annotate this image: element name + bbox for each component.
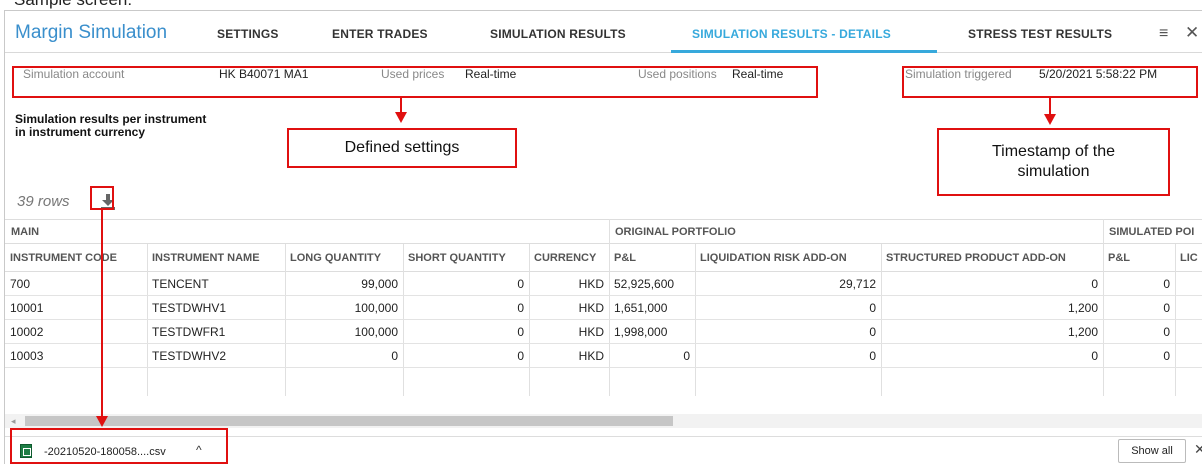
tab-settings[interactable]: SETTINGS: [217, 27, 279, 41]
annotation-arrow-line: [101, 210, 103, 416]
cell-liquidation-risk-add-on: 0: [695, 344, 881, 368]
cell-long-quantity: 100,000: [285, 296, 403, 320]
callout-timestamp: Timestamp of the simulation: [937, 128, 1170, 196]
cell-long-quantity: 99,000: [285, 272, 403, 296]
annotation-arrow-head: [395, 112, 407, 123]
cell-currency: HKD: [529, 296, 609, 320]
cell-simulated-pnl: 0: [1103, 344, 1175, 368]
cell-liquidation-risk-add-on: 29,712: [695, 272, 881, 296]
tab-stress-test-results[interactable]: STRESS TEST RESULTS: [968, 27, 1112, 41]
column-header-long-quantity[interactable]: LONG QUANTITY: [285, 244, 403, 272]
cell-simulated-lic: [1175, 344, 1202, 368]
cell-instrument-code: 700: [5, 272, 147, 296]
cell-short-quantity: 0: [403, 296, 529, 320]
cell-currency: HKD: [529, 344, 609, 368]
annotation-arrow-head: [1044, 114, 1056, 125]
active-tab-indicator: [671, 50, 937, 53]
column-header-currency[interactable]: CURRENCY: [529, 244, 609, 272]
show-all-button[interactable]: Show all: [1118, 439, 1186, 463]
cell-instrument-name: TESTDWFR1: [147, 320, 285, 344]
download-bar-close-icon[interactable]: ✕: [1194, 441, 1202, 458]
column-header-structured-product-add-on[interactable]: STRUCTURED PRODUCT ADD-ON: [881, 244, 1103, 272]
cell-instrument-code: 10002: [5, 320, 147, 344]
app-title: Margin Simulation: [15, 22, 168, 43]
cell-pnl: 1,998,000: [609, 320, 695, 344]
cell-simulated-lic: [1175, 272, 1202, 296]
cell-pnl: 0: [609, 344, 695, 368]
cell-instrument-name: TENCENT: [147, 272, 285, 296]
group-header-original-portfolio: ORIGINAL PORTFOLIO: [609, 219, 1103, 244]
cell-liquidation-risk-add-on: 0: [695, 296, 881, 320]
cell-instrument-code: 10003: [5, 344, 147, 368]
cell-simulated-pnl: 0: [1103, 296, 1175, 320]
cell-long-quantity: 0: [285, 344, 403, 368]
group-divider: [609, 219, 610, 244]
group-header-main: MAIN: [5, 219, 609, 244]
callout-defined-settings: Defined settings: [287, 128, 517, 168]
close-icon[interactable]: ✕: [1185, 23, 1199, 43]
cell-short-quantity: 0: [403, 344, 529, 368]
column-header-pnl[interactable]: P&L: [609, 244, 695, 272]
annotation-box-download: [90, 186, 114, 210]
column-header-simulated-pnl[interactable]: P&L: [1103, 244, 1175, 272]
cell-structured-product-add-on: 1,200: [881, 320, 1103, 344]
group-header-simulated-portfolio: SIMULATED POI: [1103, 219, 1202, 244]
cell-structured-product-add-on: 0: [881, 272, 1103, 296]
annotation-box-settings: [12, 66, 818, 98]
scroll-left-arrow-icon[interactable]: ◂: [11, 414, 16, 428]
cell-short-quantity: 0: [403, 320, 529, 344]
annotation-arrow-line: [1049, 98, 1051, 114]
tab-enter-trades[interactable]: ENTER TRADES: [332, 27, 428, 41]
cell-short-quantity: 0: [403, 272, 529, 296]
annotation-box-download-file: [10, 428, 228, 464]
cell-simulated-lic: [1175, 296, 1202, 320]
column-header-liquidation-risk-add-on[interactable]: LIQUIDATION RISK ADD-ON: [695, 244, 881, 272]
column-header-instrument-code[interactable]: INSTRUMENT CODE: [5, 244, 147, 272]
cell-simulated-pnl: 0: [1103, 272, 1175, 296]
column-header-short-quantity[interactable]: SHORT QUANTITY: [403, 244, 529, 272]
cell-structured-product-add-on: 0: [881, 344, 1103, 368]
tab-simulation-results-details[interactable]: SIMULATION RESULTS - DETAILS: [692, 27, 891, 41]
cell-pnl: 1,651,000: [609, 296, 695, 320]
cell-simulated-lic: [1175, 320, 1202, 344]
annotation-box-timestamp: [902, 66, 1198, 98]
cell-currency: HKD: [529, 320, 609, 344]
section-title: Simulation results per instrument in ins…: [15, 112, 207, 139]
cell-pnl: 52,925,600: [609, 272, 695, 296]
annotation-arrow-head: [96, 416, 108, 427]
cell-liquidation-risk-add-on: 0: [695, 320, 881, 344]
hamburger-icon[interactable]: ≡: [1159, 25, 1168, 43]
cell-structured-product-add-on: 1,200: [881, 296, 1103, 320]
group-divider: [1103, 219, 1104, 244]
cell-simulated-pnl: 0: [1103, 320, 1175, 344]
page-caption: Sample screen:: [14, 0, 132, 8]
top-navigation: Margin Simulation SETTINGS ENTER TRADES …: [5, 11, 1202, 53]
cell-currency: HKD: [529, 272, 609, 296]
horizontal-scrollbar-thumb[interactable]: [25, 416, 673, 426]
annotation-arrow-line: [400, 98, 402, 112]
rows-count: 39 rows: [17, 193, 70, 210]
cell-long-quantity: 100,000: [285, 320, 403, 344]
tab-simulation-results[interactable]: SIMULATION RESULTS: [490, 27, 626, 41]
cell-instrument-name: TESTDWHV1: [147, 296, 285, 320]
cell-instrument-code: 10001: [5, 296, 147, 320]
cell-instrument-name: TESTDWHV2: [147, 344, 285, 368]
column-header-instrument-name[interactable]: INSTRUMENT NAME: [147, 244, 285, 272]
column-header-simulated-lic[interactable]: LIC: [1175, 244, 1202, 272]
